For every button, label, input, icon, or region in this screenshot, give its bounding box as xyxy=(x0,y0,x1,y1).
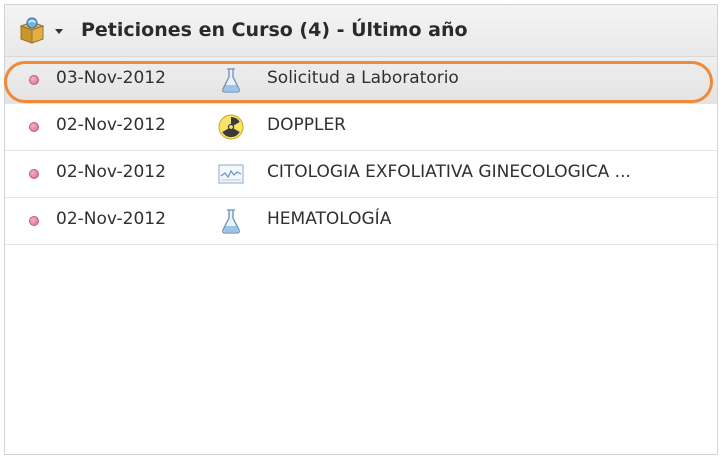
radiation-icon xyxy=(218,114,244,140)
requests-list: 03-Nov-2012 Solicitud a Laboratorio 02-N… xyxy=(4,57,717,245)
panel-header: Peticiones en Curso (4) - Último año xyxy=(5,5,717,57)
list-item[interactable]: 02-Nov-2012 DOPPLER xyxy=(5,104,717,151)
request-date: 02-Nov-2012 xyxy=(56,209,166,229)
requests-panel: Peticiones en Curso (4) - Último año 03-… xyxy=(4,4,718,455)
list-item[interactable]: 02-Nov-2012 HEMATOLOGÍA xyxy=(5,198,717,245)
list-item[interactable]: 03-Nov-2012 Solicitud a Laboratorio xyxy=(4,57,717,104)
lab-flask-icon xyxy=(222,68,240,93)
request-description: HEMATOLOGÍA xyxy=(267,209,392,229)
status-dot-icon xyxy=(29,122,39,132)
request-description: CITOLOGIA EXFOLIATIVA GINECOLOGICA ... xyxy=(267,162,631,182)
panel-title: Peticiones en Curso (4) - Último año xyxy=(81,19,468,41)
status-dot-icon xyxy=(29,75,39,85)
status-dot-icon xyxy=(29,169,39,179)
request-date: 03-Nov-2012 xyxy=(56,68,166,88)
request-date: 02-Nov-2012 xyxy=(56,162,166,182)
document-chart-icon xyxy=(218,164,244,184)
status-dot-icon xyxy=(29,216,39,226)
request-description: DOPPLER xyxy=(267,115,346,135)
request-description: Solicitud a Laboratorio xyxy=(267,68,459,88)
request-date: 02-Nov-2012 xyxy=(56,115,166,135)
chevron-down-icon[interactable] xyxy=(55,29,63,34)
package-box-icon xyxy=(19,17,45,44)
lab-flask-icon xyxy=(222,209,240,234)
list-item[interactable]: 02-Nov-2012 CITOLOGIA EXFOLIATIVA GINECO… xyxy=(5,151,717,198)
